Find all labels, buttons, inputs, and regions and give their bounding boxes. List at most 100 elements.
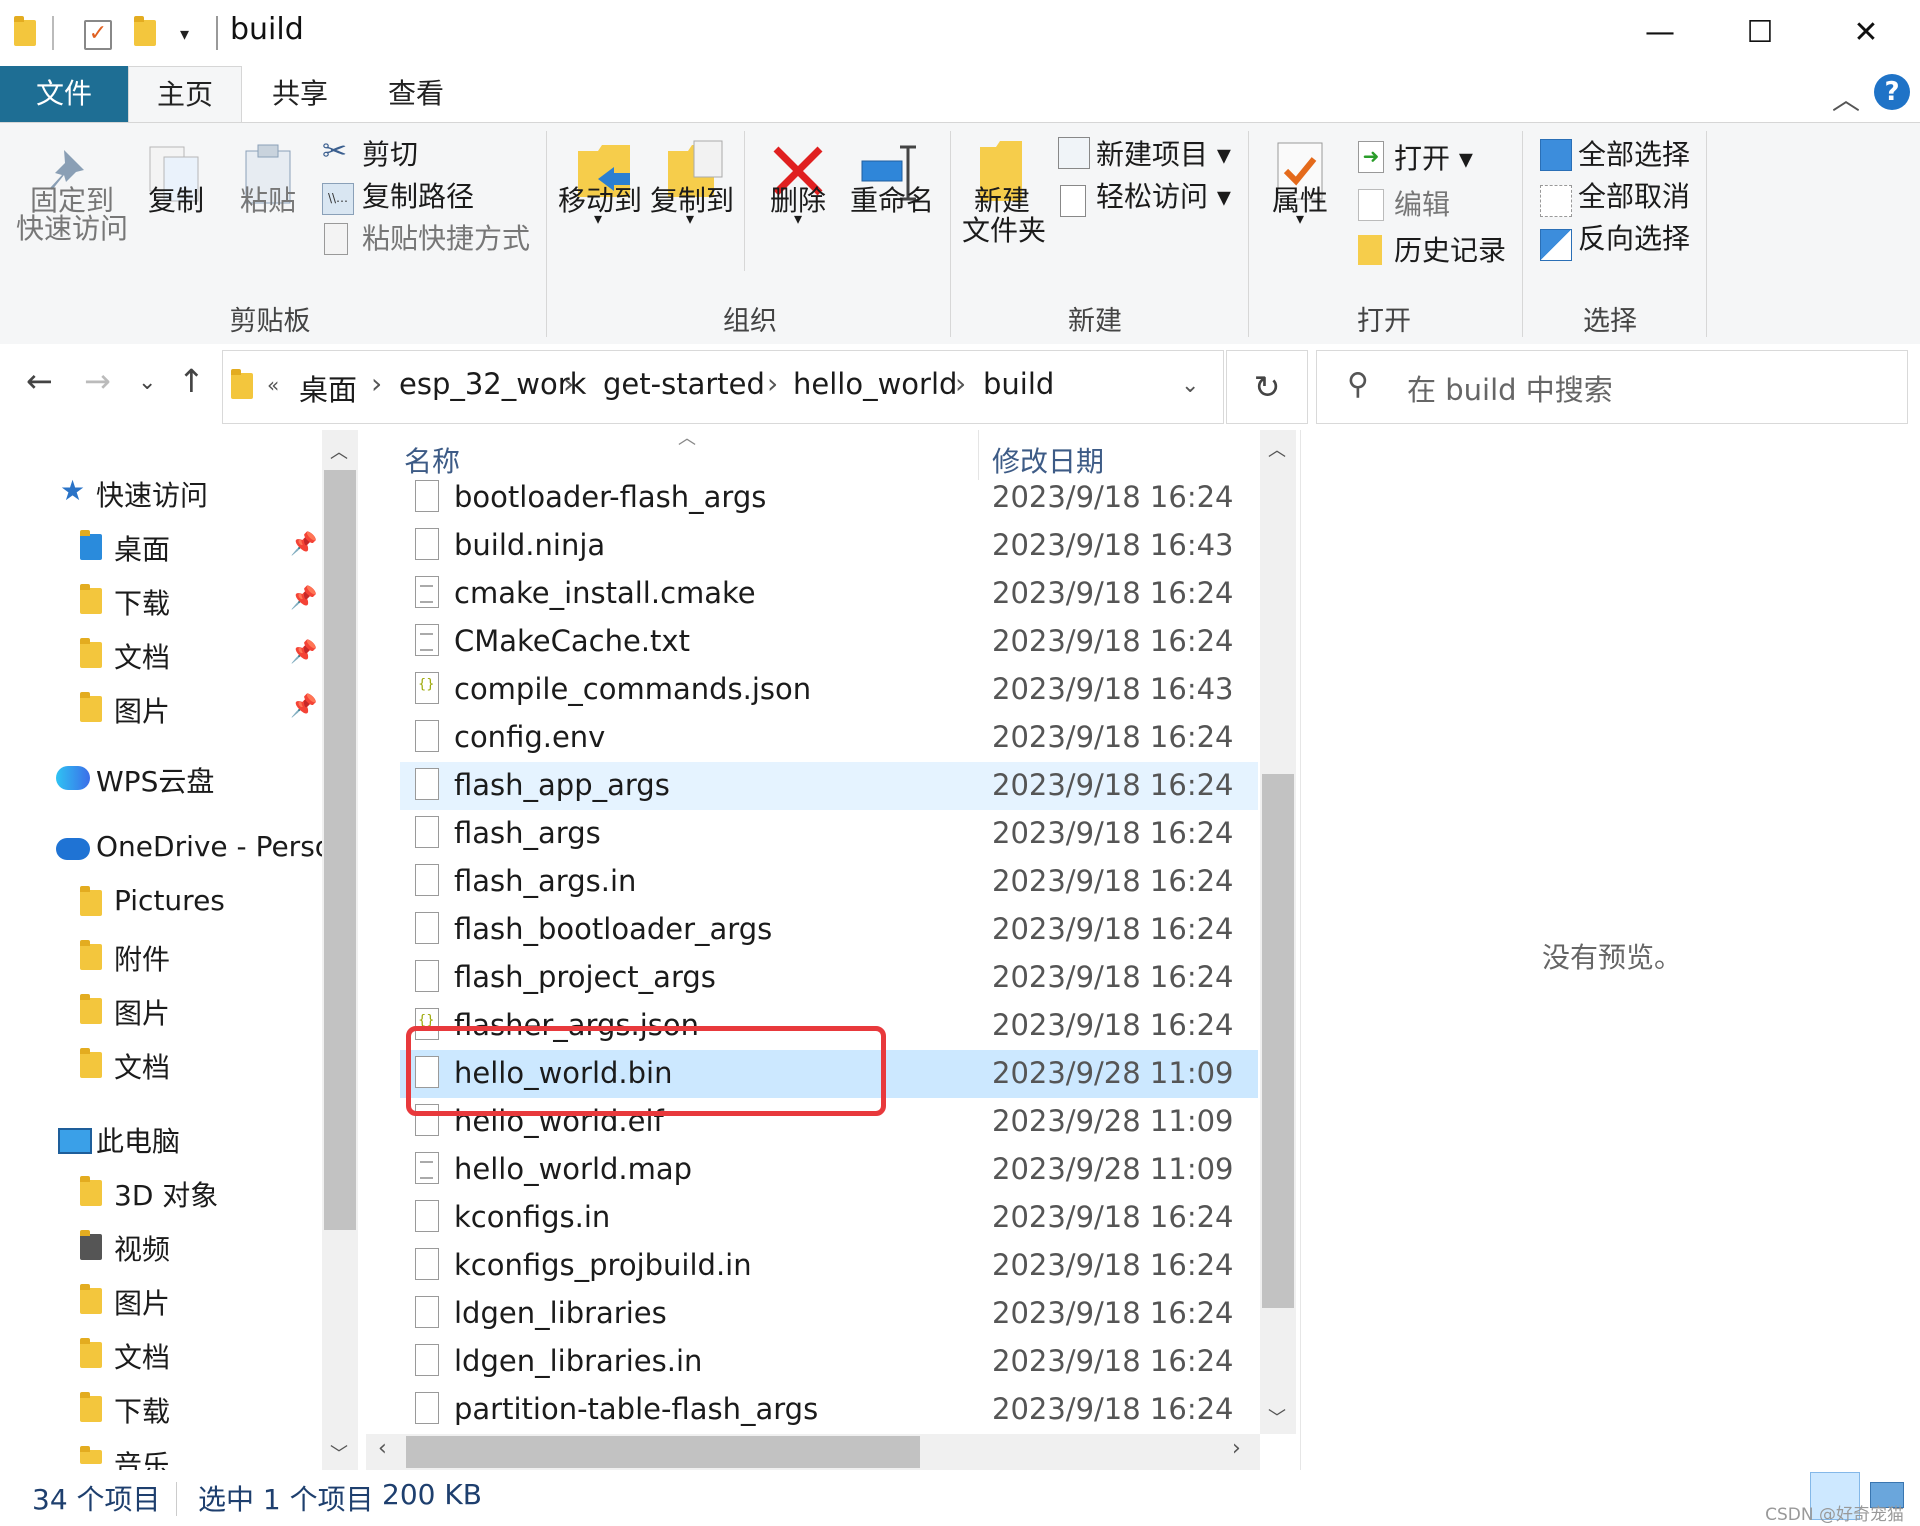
- file-row[interactable]: CMakeCache.txt 2023/9/18 16:24: [400, 618, 1258, 666]
- file-row[interactable]: build.ninja 2023/9/18 16:43: [400, 522, 1258, 570]
- search-box[interactable]: ⚲ 在 build 中搜索: [1316, 350, 1908, 424]
- rename-button[interactable]: 重命名: [850, 179, 934, 219]
- column-divider[interactable]: [978, 430, 979, 480]
- file-name[interactable]: build.ninja: [454, 528, 605, 562]
- refresh-button[interactable]: ↻: [1226, 350, 1308, 424]
- file-list-vertical-scrollbar-thumb[interactable]: [1262, 774, 1294, 1308]
- nav-downloads[interactable]: 下载: [114, 582, 170, 622]
- file-row[interactable]: kconfigs_projbuild.in 2023/9/18 16:24: [400, 1242, 1258, 1290]
- tab-share[interactable]: 共享: [250, 66, 350, 122]
- close-button[interactable]: ✕: [1816, 0, 1916, 66]
- breadcrumb-separator[interactable]: ›: [767, 367, 778, 400]
- paste-button[interactable]: 粘贴: [240, 179, 296, 219]
- file-row[interactable]: config.env 2023/9/18 16:24: [400, 714, 1258, 762]
- nav-3d-objects[interactable]: 3D 对象: [114, 1174, 218, 1214]
- file-row[interactable]: flash_bootloader_args 2023/9/18 16:24: [400, 906, 1258, 954]
- breadcrumb-esp32[interactable]: esp_32_work: [399, 367, 586, 401]
- easy-access-button[interactable]: 轻松访问 ▾: [1096, 175, 1231, 215]
- new-folder-icon[interactable]: [134, 16, 156, 46]
- pin-icon[interactable]: 📌: [290, 640, 317, 665]
- paste-shortcut-button[interactable]: 粘贴快捷方式: [362, 217, 530, 257]
- nav-onedrive-images[interactable]: 图片: [114, 992, 170, 1032]
- select-all-button[interactable]: 全部选择: [1578, 133, 1690, 173]
- nav-documents[interactable]: 文档: [114, 636, 170, 676]
- move-to-dropdown-icon[interactable]: ▾: [594, 209, 602, 228]
- file-list-horizontal-scrollbar-thumb[interactable]: [406, 1436, 920, 1468]
- maximize-button[interactable]: ☐: [1710, 0, 1810, 66]
- file-name[interactable]: hello_world.map: [454, 1152, 692, 1186]
- back-button[interactable]: ←: [26, 362, 53, 400]
- copy-to-dropdown-icon[interactable]: ▾: [686, 209, 694, 228]
- invert-selection-button[interactable]: 反向选择: [1578, 217, 1690, 257]
- nav-pc-pictures[interactable]: 图片: [114, 1282, 170, 1322]
- quick-access-dropdown-icon[interactable]: ▾: [180, 24, 189, 45]
- nav-wps-cloud[interactable]: WPS云盘: [96, 760, 214, 800]
- nav-pc-documents[interactable]: 文档: [114, 1336, 170, 1376]
- select-none-button[interactable]: 全部取消: [1578, 175, 1690, 215]
- nav-onedrive-attachments[interactable]: 附件: [114, 938, 170, 978]
- search-input[interactable]: 在 build 中搜索: [1407, 367, 1613, 409]
- breadcrumb-separator[interactable]: ›: [955, 367, 966, 400]
- breadcrumb-get-started[interactable]: get-started: [603, 367, 765, 401]
- file-name[interactable]: partition-table-flash_args: [454, 1392, 818, 1426]
- file-name[interactable]: flash_project_args: [454, 960, 716, 994]
- recent-locations-icon[interactable]: ⌄: [138, 370, 156, 395]
- collapse-ribbon-icon[interactable]: ︿: [1832, 78, 1860, 118]
- copy-button[interactable]: 复制: [148, 179, 204, 219]
- file-row[interactable]: cmake_install.cmake 2023/9/18 16:24: [400, 570, 1258, 618]
- file-name[interactable]: ldgen_libraries: [454, 1296, 667, 1330]
- nav-onedrive-docs[interactable]: 文档: [114, 1046, 170, 1086]
- breadcrumb-separator[interactable]: ›: [563, 367, 574, 400]
- breadcrumb-build[interactable]: build: [983, 367, 1054, 401]
- properties-check-icon[interactable]: ✓: [84, 20, 112, 50]
- nav-scrollbar-thumb[interactable]: [324, 470, 356, 1230]
- pin-label-2[interactable]: 快速访问: [16, 207, 128, 247]
- file-row[interactable]: partition-table-flash_args 2023/9/18 16:2…: [400, 1386, 1258, 1434]
- scroll-down-icon[interactable]: ﹀: [1268, 1404, 1286, 1430]
- file-name[interactable]: CMakeCache.txt: [454, 624, 690, 658]
- tab-home[interactable]: 主页: [128, 66, 242, 124]
- file-row[interactable]: ldgen_libraries 2023/9/18 16:24: [400, 1290, 1258, 1338]
- tab-view[interactable]: 查看: [366, 66, 466, 122]
- minimize-button[interactable]: —: [1610, 0, 1710, 66]
- properties-dropdown-icon[interactable]: ▾: [1296, 209, 1304, 228]
- pin-icon[interactable]: 📌: [290, 532, 317, 557]
- new-folder-button-line2[interactable]: 文件夹: [962, 209, 1046, 249]
- file-name[interactable]: config.env: [454, 720, 605, 754]
- nav-pictures[interactable]: 图片: [114, 690, 170, 730]
- up-button[interactable]: ↑: [178, 362, 205, 400]
- cut-button[interactable]: 剪切: [362, 133, 418, 173]
- file-row[interactable]: ldgen_libraries.in 2023/9/18 16:24: [400, 1338, 1258, 1386]
- file-name[interactable]: ldgen_libraries.in: [454, 1344, 702, 1378]
- nav-pc-downloads[interactable]: 下载: [114, 1390, 170, 1430]
- nav-onedrive-pictures[interactable]: Pictures: [114, 884, 225, 917]
- file-name[interactable]: flash_args.in: [454, 864, 636, 898]
- pin-icon[interactable]: 📌: [290, 586, 317, 611]
- nav-onedrive[interactable]: OneDrive - Persor: [96, 830, 322, 863]
- nav-this-pc[interactable]: 此电脑: [96, 1120, 180, 1160]
- scroll-up-icon[interactable]: ︿: [330, 438, 348, 464]
- file-name[interactable]: flash_args: [454, 816, 601, 850]
- breadcrumb-desktop[interactable]: 桌面: [299, 367, 357, 409]
- delete-dropdown-icon[interactable]: ▾: [794, 209, 802, 228]
- file-row[interactable]: compile_commands.json 2023/9/18 16:43: [400, 666, 1258, 714]
- file-name[interactable]: bootloader-flash_args: [454, 480, 766, 514]
- file-name[interactable]: kconfigs.in: [454, 1200, 610, 1234]
- forward-button[interactable]: →: [84, 362, 111, 400]
- scroll-up-icon[interactable]: ︿: [1268, 436, 1286, 462]
- breadcrumb-separator[interactable]: ›: [371, 367, 382, 400]
- file-name[interactable]: cmake_install.cmake: [454, 576, 756, 610]
- file-name[interactable]: flash_bootloader_args: [454, 912, 772, 946]
- tab-file[interactable]: 文件: [0, 66, 128, 122]
- help-icon[interactable]: ?: [1874, 74, 1910, 110]
- file-row[interactable]: hello_world.map 2023/9/28 11:09: [400, 1146, 1258, 1194]
- file-row[interactable]: flash_args 2023/9/18 16:24: [400, 810, 1258, 858]
- breadcrumb-hello-world[interactable]: hello_world: [793, 367, 957, 401]
- pin-icon[interactable]: 📌: [290, 694, 317, 719]
- scroll-down-icon[interactable]: ﹀: [330, 1440, 348, 1466]
- nav-music[interactable]: 音乐: [114, 1444, 170, 1470]
- scroll-right-icon[interactable]: ›: [1232, 1436, 1241, 1461]
- history-button[interactable]: 历史记录: [1394, 229, 1506, 269]
- edit-button[interactable]: 编辑: [1394, 183, 1450, 223]
- file-name[interactable]: compile_commands.json: [454, 672, 811, 706]
